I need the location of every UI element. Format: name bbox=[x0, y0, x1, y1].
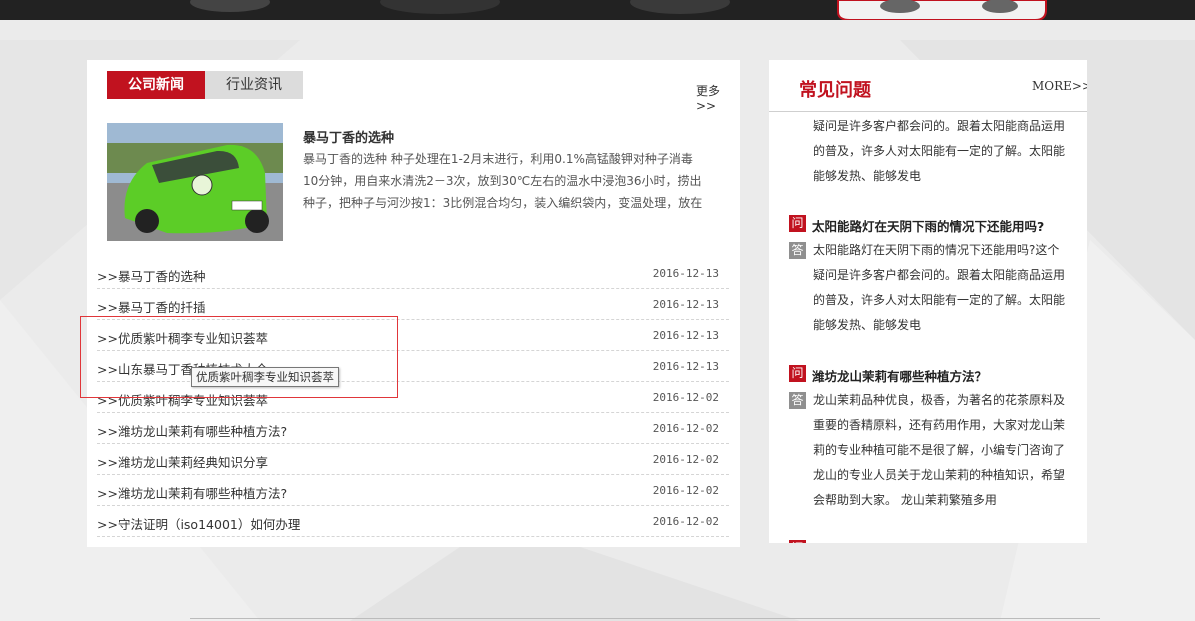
feature-description: 暴马丁香的选种 种子处理在1-2月末进行，利用0.1%高锰酸钾对种子消毒10分钟… bbox=[303, 152, 703, 210]
news-row[interactable]: >>潍坊龙山茉莉经典知识分享 2016-12-02 bbox=[97, 444, 729, 475]
faq-question[interactable]: 潍坊龙山茉莉有哪些种植方法？ bbox=[812, 366, 987, 385]
faq-panel: 常见问题 MORE>> 疑问是许多客户都会问的。跟着太阳能商品运用的普及，许多人… bbox=[769, 60, 1087, 543]
news-title[interactable]: >>潍坊龙山茉莉有哪些种植方法? bbox=[97, 483, 287, 502]
feature-title[interactable]: 暴马丁香的选种 bbox=[303, 127, 394, 146]
answer-icon: 答 bbox=[789, 392, 806, 409]
news-row[interactable]: >>暴马丁香的扦插 2016-12-13 bbox=[97, 289, 729, 320]
news-panel: 公司新闻 行业资讯 更多>> 暴马丁香的选种 暴马丁香的选种 种子处理在1-2月… bbox=[87, 60, 740, 547]
faq-answer: 龙山茉莉品种优良，极香，为著名的花茶原料及重要的香精原料，还有药用作用，大家对龙… bbox=[813, 393, 1066, 507]
news-title[interactable]: >>潍坊龙山茉莉有哪些种植方法? bbox=[97, 421, 287, 440]
news-row[interactable]: >>潍坊龙山茉莉有哪些种植方法? 2016-12-02 bbox=[97, 413, 729, 444]
news-date: 2016-12-13 bbox=[652, 360, 719, 373]
news-title[interactable]: >>守法证明（iso14001）如何办理 bbox=[97, 514, 300, 533]
hover-tooltip: 优质紫叶稠李专业知识荟萃 bbox=[191, 367, 339, 387]
news-row[interactable]: >>潍坊龙山茉莉有哪些种植方法? 2016-12-02 bbox=[97, 475, 729, 506]
feature-image[interactable] bbox=[107, 123, 283, 241]
news-title[interactable]: >>优质紫叶稠李专业知识荟萃 bbox=[97, 328, 268, 347]
news-date: 2016-12-02 bbox=[652, 422, 719, 435]
faq-title: 常见问题 bbox=[799, 80, 871, 101]
news-date: 2016-12-02 bbox=[652, 515, 719, 528]
tab-company-news[interactable]: 公司新闻 bbox=[107, 71, 205, 99]
news-row[interactable]: >>优质紫叶稠李专业知识荟萃 2016-12-13 bbox=[97, 320, 729, 351]
faq-answer: 太阳能路灯在天阴下雨的情况下还能用吗?这个疑问是许多客户都会问的。跟着太阳能商品… bbox=[813, 243, 1066, 332]
question-icon: 问 bbox=[789, 365, 806, 382]
news-row[interactable]: >>暴马丁香的选种 2016-12-13 bbox=[97, 258, 729, 289]
news-date: 2016-12-13 bbox=[652, 267, 719, 280]
faq-answer-partial: 疑问是许多客户都会问的。跟着太阳能商品运用的普及，许多人对太阳能有一定的了解。太… bbox=[813, 119, 1066, 183]
news-date: 2016-12-02 bbox=[652, 391, 719, 404]
news-title[interactable]: >>潍坊龙山茉莉经典知识分享 bbox=[97, 452, 268, 471]
news-date: 2016-12-02 bbox=[652, 453, 719, 466]
top-banner bbox=[0, 0, 1195, 21]
news-title[interactable]: >>优质紫叶稠李专业知识荟萃 bbox=[97, 390, 268, 409]
news-date: 2016-12-02 bbox=[652, 484, 719, 497]
news-list: >>暴马丁香的选种 2016-12-13 >>暴马丁香的扦插 2016-12-13 … bbox=[97, 258, 729, 537]
news-more-link[interactable]: 更多>> bbox=[696, 82, 740, 113]
news-date: 2016-12-13 bbox=[652, 298, 719, 311]
news-title[interactable]: >>暴马丁香的选种 bbox=[97, 266, 205, 285]
footer-divider bbox=[190, 618, 1100, 619]
question-icon: 问 bbox=[789, 540, 806, 543]
banner-car-strip bbox=[0, 0, 1195, 21]
answer-icon: 答 bbox=[789, 242, 806, 259]
question-icon: 问 bbox=[789, 215, 806, 232]
green-car-photo bbox=[107, 123, 283, 241]
faq-question[interactable]: 太阳能路灯在天阴下雨的情况下还能用吗? bbox=[812, 216, 1044, 235]
news-title[interactable]: >>暴马丁香的扦插 bbox=[97, 297, 205, 316]
faq-divider bbox=[769, 111, 1087, 112]
tab-industry-news[interactable]: 行业资讯 bbox=[205, 71, 303, 99]
faq-more-link[interactable]: MORE>> bbox=[1032, 79, 1087, 93]
news-row[interactable]: >>守法证明（iso14001）如何办理 2016-12-02 bbox=[97, 506, 729, 537]
news-date: 2016-12-13 bbox=[652, 329, 719, 342]
